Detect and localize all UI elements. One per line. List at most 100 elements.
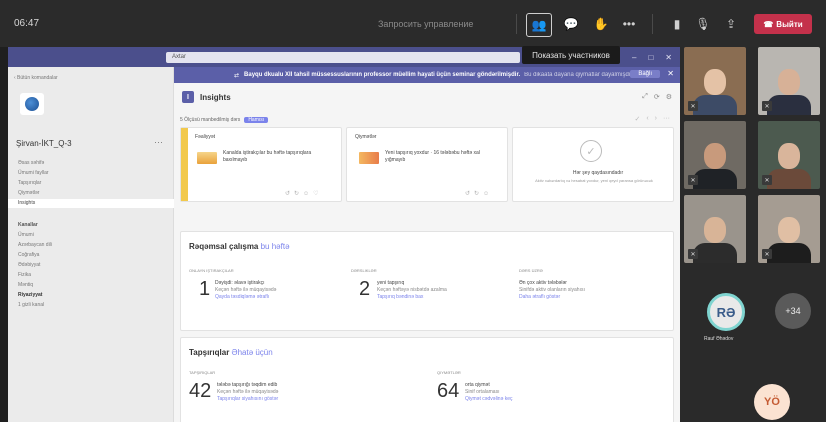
filter-badge[interactable]: Hamısı (244, 117, 269, 123)
channel-item[interactable]: Coğrafiya (8, 251, 174, 260)
stat-label: Onlayn iştirakçılar (189, 268, 234, 273)
card-title: Fəaliyyət (195, 134, 216, 140)
channels-heading: Kanallar (18, 222, 38, 228)
close-icon[interactable]: ✕ (667, 69, 674, 78)
settings-icon[interactable]: ⚙ (666, 93, 672, 101)
section-title: Tapşırıqlar Əhatə üçün (189, 348, 273, 357)
participant-avatar[interactable]: YÖ (754, 384, 790, 420)
sidebar-item-grades[interactable]: Qiymətlər (8, 189, 174, 198)
stat-value: 64 (437, 380, 460, 402)
team-sidebar: ‹ Bütün komandalar Şirvan-İKT_Q-3 ··· Əs… (8, 67, 174, 422)
check-circle-icon: ✓ (580, 140, 602, 162)
window-controls: – □ ✕ (632, 53, 672, 62)
sidebar-item-files[interactable]: Ümumi fayllar (8, 169, 174, 178)
card-reaction-icons[interactable]: ↺↻☺ (465, 190, 493, 197)
toolbar-divider (516, 14, 517, 34)
insight-card[interactable]: Fəaliyyət Kanalda iştirakçılar bu həftə … (180, 127, 342, 202)
stat-value: 42 (189, 380, 212, 402)
request-control-button[interactable]: Запросить управление (378, 19, 473, 29)
stat-label: Dərsliklər (351, 268, 377, 273)
card-title: Qiymətlər (355, 134, 377, 140)
sidebar-item-home[interactable]: Əsas səhifə (8, 159, 174, 168)
card-thumbnail (197, 152, 217, 164)
team-avatar (20, 93, 44, 115)
more-participants-button[interactable]: +34 (775, 293, 811, 329)
insights-logo-icon: I (182, 91, 194, 103)
check-icon[interactable]: ✓ (634, 115, 640, 123)
participant-video-tile[interactable]: ✕ (758, 195, 820, 263)
participant-video-tile[interactable]: ✕ (684, 47, 746, 115)
banner-button[interactable]: Bağlı (630, 70, 660, 78)
chevron-right-icon[interactable]: › (655, 115, 657, 123)
more-icon[interactable]: ··· (663, 115, 670, 123)
meeting-toolbar: 06:47 Запросить управление 👥 💬 ✋ ••• ▮ 🎙… (0, 0, 826, 47)
card-nav: ✓ ‹ › ··· (634, 115, 670, 123)
search-input[interactable]: Axtar (166, 52, 520, 63)
stat-text: orta qiymət Sinif ortalaması Qiymət cədvəl… (465, 382, 513, 402)
show-participants-tooltip: Показать участников (522, 46, 620, 64)
more-icon[interactable]: ··· (154, 137, 163, 147)
mic-off-icon: ✕ (688, 175, 698, 185)
insights-header: I Insights (182, 91, 231, 103)
channel-item[interactable]: Fizika (8, 271, 174, 280)
reactions-icon[interactable]: ✋ (588, 11, 614, 37)
participant-video-tile[interactable]: ✕ (758, 47, 820, 115)
filter-text: 5 Ölçüsü manbedilmiş dərs (180, 117, 241, 123)
card-text: Yeni tapşırıq yoxdur · 16 tələbəbu həftə… (385, 150, 480, 163)
participant-video-tile[interactable]: ✕ (684, 121, 746, 189)
sidebar-item-assignments[interactable]: Tapşırıqlar (8, 179, 174, 188)
mic-off-icon[interactable]: 🎙 (690, 11, 716, 37)
card-text: Kanalda iştirakçılar bu həftə tapşırıqla… (223, 150, 312, 163)
card-reaction-icons[interactable]: ↺↻☺♡ (285, 190, 323, 197)
digital-activity-section: Rəqəmsal çalışma bu həftə Onlayn iştirak… (180, 231, 674, 331)
participant-face (704, 143, 726, 169)
channel-item[interactable]: Məntiq (8, 281, 174, 290)
participant-avatar[interactable]: RƏ (707, 293, 745, 331)
assignments-section: Tapşırıqlar Əhatə üçün Tapşırıqlar 42 tə… (180, 337, 674, 422)
hidden-channels-link[interactable]: 1 gizli kanal (8, 301, 174, 310)
team-name: Şirvan-İKT_Q-3 (16, 139, 72, 148)
channel-item[interactable]: Riyaziyyat (8, 291, 174, 300)
chat-icon[interactable]: 💬 (558, 11, 584, 37)
mic-off-icon: ✕ (762, 249, 772, 259)
refresh-icon[interactable]: ⟳ (654, 93, 660, 101)
participant-face (778, 143, 800, 169)
participant-video-tile[interactable]: ✕ (684, 195, 746, 263)
stat-text: tələbə tapşırığı təqdim edib Keçən həftə … (217, 382, 279, 402)
participant-body (767, 95, 811, 115)
participant-face (778, 217, 800, 243)
channel-item[interactable]: Ədəbiyyat (8, 261, 174, 270)
close-icon[interactable]: ✕ (665, 53, 672, 62)
stat-label: Tapşırıqlar (189, 370, 216, 375)
stat-text: Ən çox aktiv tələbələr Sinifdə aktiv olan… (519, 280, 585, 300)
stat-label: Qiymətlər (437, 370, 461, 375)
sidebar-item-insights[interactable]: Insights (8, 199, 174, 208)
insight-card[interactable]: Qiymətlər Yeni tapşırıq yoxdur · 16 tələ… (346, 127, 508, 202)
chevron-left-icon[interactable]: ‹ (646, 115, 648, 123)
banner-icon: ⇄ (234, 72, 240, 79)
participant-name: Rauf Əhədov (704, 336, 734, 342)
leave-button[interactable]: ☎ Выйти (754, 14, 812, 34)
channel-item[interactable]: Azərbaycan dili (8, 241, 174, 250)
more-icon[interactable]: ••• (616, 11, 642, 37)
participant-gallery: ✕ ✕ ✕ ✕ ✕ ✕ RƏ Rauf Əhədov +34 YÖ (680, 47, 826, 422)
stat-label: Dərs üzrə (519, 268, 543, 273)
card-subtext: Aktiv xəbərdarlıq və hesabat yoxdur, yen… (535, 178, 653, 183)
shared-screen: Axtar – □ ✕ ⇄ Bayqu dkualu XII tahsil mü… (8, 47, 680, 422)
insight-card[interactable]: ✓ Hər şey qaydasındadır Aktiv xəbərdarlı… (512, 127, 674, 202)
card-thumbnail (359, 152, 379, 164)
minimize-icon[interactable]: – (632, 53, 636, 62)
meeting-timer: 06:47 (14, 18, 40, 29)
expand-icon[interactable]: ⤢ (642, 93, 648, 101)
maximize-icon[interactable]: □ (648, 53, 653, 62)
card-highlight (181, 128, 188, 201)
video-icon[interactable]: ▮ (664, 11, 690, 37)
notification-banner: ⇄ Bayqu dkualu XII tahsil müssessusların… (174, 67, 680, 83)
back-link[interactable]: ‹ Bütün komandalar (14, 75, 58, 81)
toolbar-divider (652, 14, 653, 34)
participant-video-tile[interactable]: ✕ (758, 121, 820, 189)
people-icon[interactable]: 👥 (526, 13, 552, 37)
share-icon[interactable]: ⇪ (718, 11, 744, 37)
participant-body (693, 95, 737, 115)
channel-item[interactable]: Ümumi (8, 231, 174, 240)
